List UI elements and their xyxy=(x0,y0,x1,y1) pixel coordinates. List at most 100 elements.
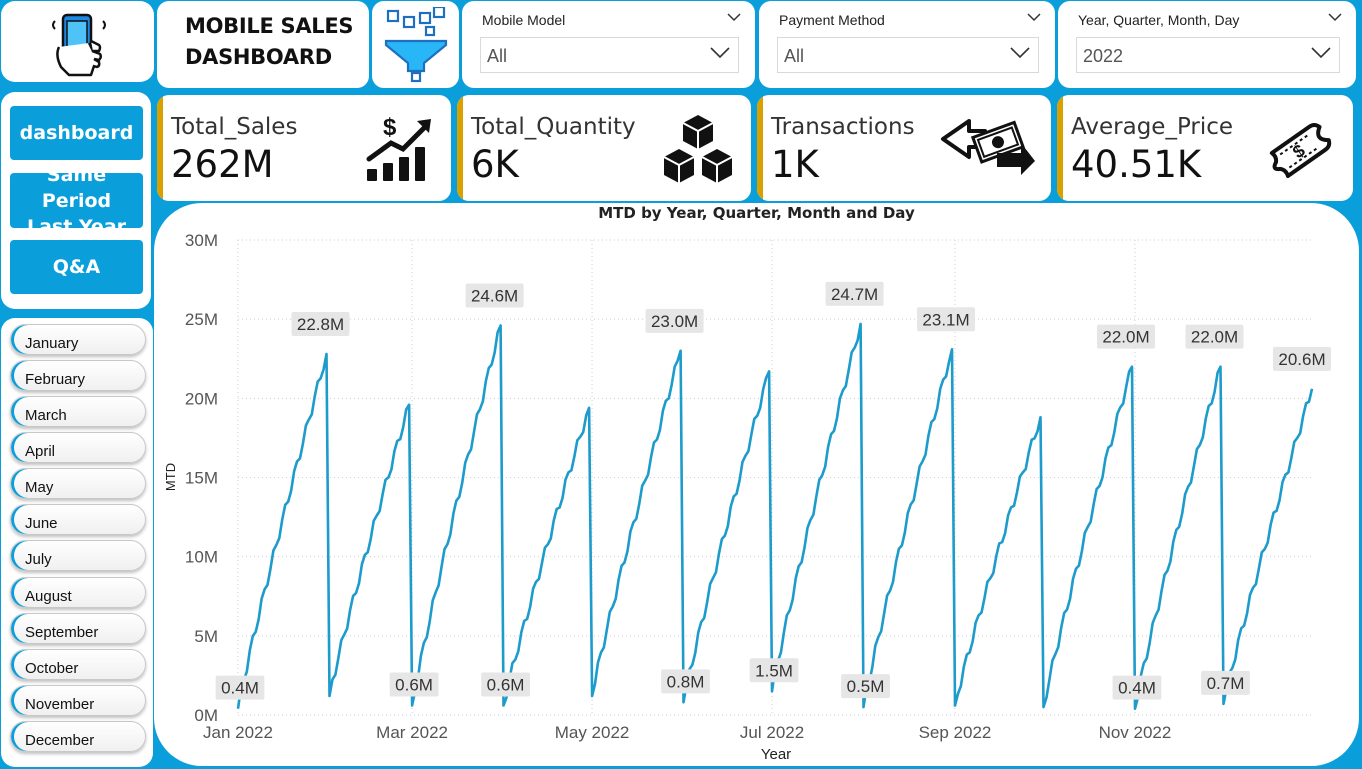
month-label: September xyxy=(25,624,99,641)
data-label-text: 23.1M xyxy=(922,310,969,329)
kpi-accent-bar xyxy=(1057,95,1063,201)
month-item-february[interactable]: February xyxy=(10,360,146,391)
x-tick-label: May 2022 xyxy=(555,723,630,742)
month-label: December xyxy=(25,732,95,749)
data-label-text: 23.0M xyxy=(651,312,698,331)
chart-grid xyxy=(237,239,1312,716)
kpi-label: Average_Price xyxy=(1071,114,1234,140)
data-label-text: 22.0M xyxy=(1102,328,1149,347)
data-label-month-end: 23.0M xyxy=(645,308,704,333)
x-axis-label: Year xyxy=(761,746,791,763)
month-item-september[interactable]: September xyxy=(10,613,146,644)
data-label-text: 22.0M xyxy=(1191,328,1238,347)
button-label-line-1: Same Period xyxy=(41,163,112,212)
date-dropdown[interactable]: 2022 xyxy=(1076,37,1340,73)
chevron-down-icon[interactable] xyxy=(727,13,741,22)
same-period-last-year-button[interactable]: Same Period Last Year xyxy=(10,164,143,238)
dashboard-title-card: MOBILE SALES DASHBOARD xyxy=(157,1,369,88)
x-axis-ticks: Jan 2022 Mar 2022 May 2022 Jul 2022 Sep 2022… xyxy=(203,723,1171,742)
kpi-label: Total_Quantity xyxy=(471,114,636,140)
y-tick-label: 20M xyxy=(185,389,218,408)
mobile-model-dropdown[interactable]: All xyxy=(480,37,739,73)
data-label-month-start: 0.4M xyxy=(1112,675,1162,700)
data-label-text: 20.6M xyxy=(1278,350,1325,369)
data-label-text: 24.6M xyxy=(471,287,518,306)
data-label-month-end: 20.6M xyxy=(1273,346,1331,371)
title-line-1: MOBILE SALES xyxy=(185,14,354,38)
svg-text:$: $ xyxy=(383,114,397,141)
price-tag-icon: $ xyxy=(1269,122,1332,178)
slicer-mobile-model[interactable]: Mobile Model All xyxy=(462,1,755,88)
month-item-june[interactable]: June xyxy=(10,504,146,535)
button-label: dashboard xyxy=(19,122,134,144)
chevron-down-icon[interactable] xyxy=(1328,13,1342,22)
data-label-month-start: 0.6M xyxy=(481,672,530,697)
slicer-title: Payment Method xyxy=(779,12,885,28)
month-item-march[interactable]: March xyxy=(10,396,146,427)
data-label-text: 1.5M xyxy=(755,661,793,680)
chevron-down-icon[interactable] xyxy=(1027,13,1041,22)
dashboard-button[interactable]: dashboard xyxy=(10,106,143,160)
phone-in-hand-icon xyxy=(52,13,106,77)
chevron-down-icon xyxy=(1010,47,1030,59)
title-line-2: DASHBOARD xyxy=(185,45,332,69)
x-tick-label: Sep 2022 xyxy=(919,723,992,742)
data-label-text: 0.4M xyxy=(1118,679,1156,698)
data-label-month-start: 1.5M xyxy=(749,658,799,683)
button-label-line-2: Last Year xyxy=(26,215,127,238)
data-label-text: 22.8M xyxy=(297,315,344,334)
kpi-value: 6K xyxy=(471,143,519,186)
x-tick-label: Nov 2022 xyxy=(1099,723,1172,742)
y-tick-label: 30M xyxy=(185,231,218,250)
kpi-transactions: Transactions 1K xyxy=(757,95,1051,201)
kpi-accent-bar xyxy=(757,95,763,201)
slicer-date-hierarchy[interactable]: Year, Quarter, Month, Day 2022 xyxy=(1058,1,1356,88)
data-label-month-start: 0.4M xyxy=(215,675,265,700)
logo-card xyxy=(1,1,154,82)
mtd-line-chart-card: MTD by Year, Quarter, Month and Day 0M 5M… xyxy=(154,203,1359,766)
mtd-line-chart[interactable]: 0M5M10M15M20M25M30M Jan 2022 Mar 2022 May … xyxy=(154,203,1359,766)
month-item-january[interactable]: January xyxy=(10,324,146,355)
month-label: November xyxy=(25,696,95,713)
payment-method-dropdown[interactable]: All xyxy=(777,37,1039,73)
data-label-text: 0.8M xyxy=(667,672,705,691)
qa-button[interactable]: Q&A xyxy=(10,240,143,294)
data-label-month-start: 0.5M xyxy=(841,674,890,699)
filter-icon-card[interactable] xyxy=(372,1,459,88)
page-title: MOBILE SALES DASHBOARD xyxy=(185,11,354,73)
y-tick-label: 10M xyxy=(185,548,218,567)
data-label-month-start: 0.8M xyxy=(661,669,710,694)
kpi-value: 1K xyxy=(771,143,819,186)
data-label-month-end: 22.0M xyxy=(1097,324,1156,349)
month-item-august[interactable]: August xyxy=(10,577,146,608)
month-label: April xyxy=(25,443,56,460)
slicer-payment-method[interactable]: Payment Method All xyxy=(759,1,1055,88)
month-item-july[interactable]: July xyxy=(10,540,146,571)
kpi-value: 262M xyxy=(171,143,274,186)
month-slicer: January February March April May June Ju… xyxy=(1,318,153,767)
kpi-label: Total_Sales xyxy=(171,114,298,140)
month-item-december[interactable]: December xyxy=(10,721,146,752)
dropdown-value: 2022 xyxy=(1083,46,1124,66)
month-item-april[interactable]: April xyxy=(10,432,146,463)
month-item-may[interactable]: May xyxy=(10,468,146,499)
data-label-month-end: 24.6M xyxy=(465,283,524,308)
kpi-average-price: Average_Price 40.51K $ xyxy=(1057,95,1353,201)
kpi-total-sales: Total_Sales 262M $ xyxy=(157,95,451,201)
month-item-november[interactable]: November xyxy=(10,685,146,716)
month-item-october[interactable]: October xyxy=(10,649,146,680)
chevron-down-icon xyxy=(1311,47,1331,59)
month-label: January xyxy=(25,335,79,352)
chevron-down-icon xyxy=(710,47,730,59)
slicer-title: Mobile Model xyxy=(482,12,566,28)
dropdown-value: All xyxy=(487,46,508,66)
data-label-month-end: 22.0M xyxy=(1185,324,1244,349)
y-tick-label: 25M xyxy=(185,310,218,329)
x-tick-label: Jan 2022 xyxy=(203,723,273,742)
y-axis-label: MTD xyxy=(163,463,178,491)
funnel-filter-icon xyxy=(384,7,448,83)
mtd-line xyxy=(236,322,1314,710)
data-label-month-start: 0.6M xyxy=(389,672,439,697)
month-label: August xyxy=(25,588,72,605)
month-label: October xyxy=(25,660,79,677)
